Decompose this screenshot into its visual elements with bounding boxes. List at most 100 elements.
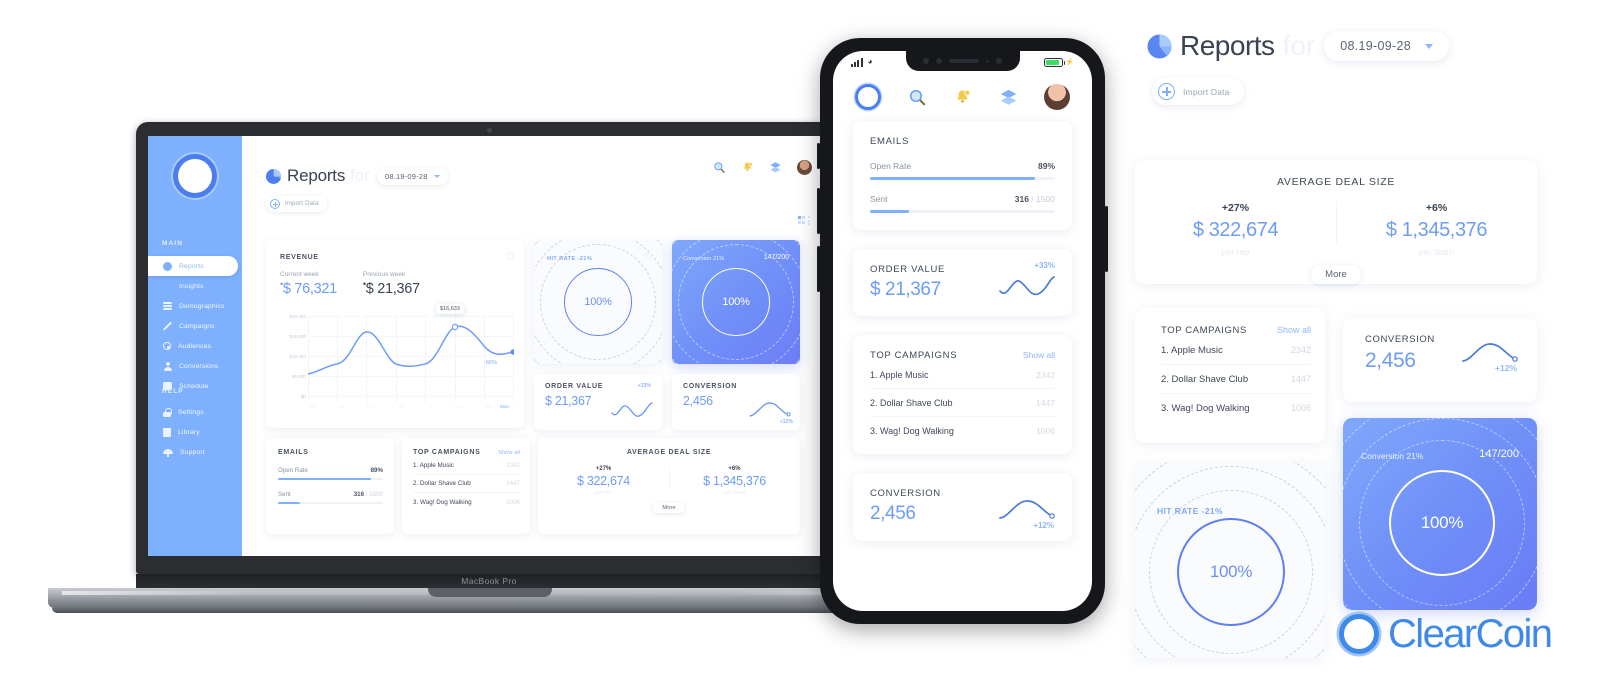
hit-rate-percent: 100%	[584, 296, 612, 308]
right-page-title-suffix: for	[1282, 30, 1316, 61]
avatar[interactable]	[1044, 84, 1070, 110]
pie-chart-icon	[163, 261, 172, 271]
sidebar-item-support[interactable]: Support	[148, 442, 242, 462]
table-row[interactable]: 3. Wag! Dog Walking 1006	[1161, 394, 1311, 422]
right-page-title: Reports	[1180, 30, 1275, 61]
deal-unit: per team	[1418, 247, 1455, 257]
view-switcher[interactable]	[797, 216, 810, 226]
laptop-screen: MAIN Reports Insights Demographics Campa…	[148, 136, 830, 556]
info-icon[interactable]: i	[506, 252, 514, 260]
deal-size-column: +6% $ 1,345,376 per team	[1336, 202, 1537, 257]
campaign-value: 1006	[506, 498, 520, 506]
sidebar-item-conversions[interactable]: Conversions	[148, 356, 242, 376]
emails-caption: EMAILS	[278, 449, 309, 456]
laptop-chin: MacBook Pro	[136, 574, 842, 588]
revenue-current-value: •$ 76,321	[280, 279, 337, 297]
sidebar-item-campaigns[interactable]: Campaigns	[148, 316, 242, 336]
right-page-header: Reports for 08.19-09-28	[1135, 30, 1555, 62]
app-logo-icon[interactable]	[173, 154, 217, 198]
phone-screen: ◕ ⚡ EMAILS Open Rate 89% Sent 316 / 1500…	[833, 51, 1092, 611]
sidebar-item-insights[interactable]: Insights	[148, 276, 242, 296]
table-row[interactable]: 2. Dollar Shave Club 1447	[413, 475, 520, 493]
bell-icon[interactable]	[953, 88, 972, 107]
sidebar-item-label: Insights	[179, 282, 204, 290]
more-button[interactable]: More	[1311, 265, 1361, 284]
show-all-link[interactable]: Show all	[498, 450, 520, 456]
plus-circle-icon	[270, 199, 280, 209]
phone-mute-switch[interactable]	[817, 143, 820, 169]
deal-value: $ 322,674	[1192, 219, 1279, 241]
layers-icon[interactable]	[999, 88, 1018, 107]
deal-size-caption: AVERAGE DEAL SIZE	[1276, 176, 1396, 188]
table-row[interactable]: 1. Apple Music 2342	[1161, 336, 1311, 365]
search-icon[interactable]	[713, 161, 726, 174]
sidebar-item-demographics[interactable]: Demographics	[148, 296, 242, 316]
bell-icon[interactable]	[741, 161, 754, 174]
emails-row: Sent 316 / 1500	[870, 194, 1055, 213]
emails-row-value: 316 / 1500	[353, 491, 383, 499]
phone-volume-down-button[interactable]	[817, 246, 820, 292]
table-row[interactable]: 2. Dollar Shave Club 1447	[1161, 365, 1311, 394]
sidebar-item-settings[interactable]: Settings	[148, 402, 242, 422]
campaign-value: 2342	[1036, 370, 1055, 380]
phone-volume-up-button[interactable]	[817, 188, 820, 234]
grid-view-icon[interactable]	[797, 216, 805, 224]
info-icon[interactable]: i	[644, 252, 652, 260]
revenue-caption: REVENUE	[280, 254, 319, 261]
show-all-link[interactable]: Show all	[1277, 325, 1311, 335]
sidebar-help-list: Settings Library Support	[148, 402, 242, 462]
phone-content-scroll[interactable]: EMAILS Open Rate 89% Sent 316 / 1500 ORD…	[833, 121, 1092, 611]
sidebar-item-reports[interactable]: Reports	[148, 256, 238, 276]
conversion-gauge-percent: 100%	[1420, 513, 1464, 532]
sidebar-item-label: Audiences	[178, 342, 212, 350]
import-data-button[interactable]: Import Data	[1152, 78, 1244, 105]
person-icon	[163, 361, 172, 371]
layers-icon[interactable]	[769, 161, 782, 174]
avatar[interactable]	[797, 160, 812, 175]
app-logo-icon[interactable]	[855, 84, 881, 110]
table-row[interactable]: 3. Wag! Dog Walking 1006	[413, 493, 520, 511]
order-value-sparkline	[999, 276, 1055, 296]
deal-delta: +6%	[1425, 202, 1448, 214]
table-row[interactable]: 2. Dollar Shave Club 1447	[870, 389, 1055, 417]
chevron-down-icon	[433, 174, 440, 178]
x-tick: Wed	[366, 404, 376, 409]
show-all-link[interactable]: Show all	[1023, 350, 1055, 360]
list-view-icon[interactable]	[808, 216, 810, 226]
revenue-current-label: Current week	[280, 271, 319, 278]
deal-delta: +6%	[728, 466, 741, 472]
deal-unit: per team	[723, 490, 746, 496]
rocket-icon	[163, 321, 172, 331]
average-deal-size-card: AVERAGE DEAL SIZE +27% $ 322,674 per rep…	[1135, 160, 1537, 284]
table-row[interactable]: 1. Apple Music 2342	[870, 361, 1055, 389]
plus-circle-icon	[1158, 83, 1175, 100]
order-value-delta: +33%	[637, 383, 651, 389]
conversion-gauge-card: 100% Conversion 21% 147/200	[672, 240, 800, 364]
clearcoin-wordmark: ClearCoin	[1388, 612, 1553, 656]
deal-value: $ 1,345,376	[703, 474, 766, 488]
sidebar-item-audiences[interactable]: Audiences	[148, 336, 242, 356]
campaign-value: 2342	[506, 461, 520, 469]
signal-bars-icon	[851, 57, 863, 67]
phone-notch	[905, 51, 1020, 71]
deal-unit: per rep	[594, 490, 613, 496]
phone-power-button[interactable]	[1105, 206, 1108, 272]
deal-size-caption: AVERAGE DEAL SIZE	[626, 449, 712, 456]
search-icon[interactable]	[908, 88, 927, 107]
conversion-gauge-tag: Conversion 21%	[683, 256, 725, 262]
sidebar-item-library[interactable]: Library	[148, 422, 242, 442]
y-axis: $20,000 $15,000 $10,000 $5,000 $0	[278, 314, 308, 402]
conversion-gauge-tag: Conversion 21%	[1361, 451, 1424, 461]
campaign-name: 1. Apple Music	[870, 370, 929, 380]
more-button[interactable]: More	[653, 503, 685, 513]
laptop-model-label: MacBook Pro	[461, 576, 517, 586]
campaign-name: 3. Wag! Dog Walking	[870, 426, 954, 436]
emails-row-label: Sent	[870, 194, 888, 204]
table-row[interactable]: 3. Wag! Dog Walking 1006	[870, 417, 1055, 444]
table-row[interactable]: 1. Apple Music 2342	[413, 456, 520, 475]
date-range-dropdown[interactable]: 08.19-09-28	[376, 167, 448, 185]
webcam-icon	[486, 128, 492, 133]
laptop-mockup: MAIN Reports Insights Demographics Campa…	[48, 122, 932, 632]
import-data-button[interactable]: Import Data	[266, 196, 327, 212]
date-range-dropdown[interactable]: 08.19-09-28	[1324, 31, 1449, 61]
